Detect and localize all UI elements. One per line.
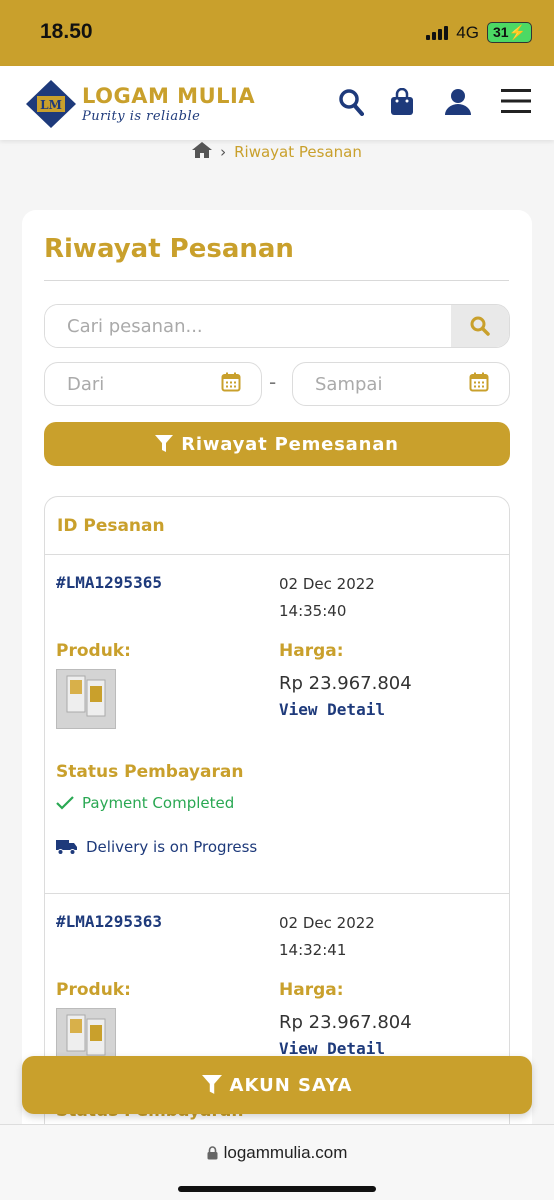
- search-button[interactable]: [451, 305, 509, 347]
- payment-status-text: Payment Completed: [82, 794, 235, 812]
- delivery-status: Delivery is on Progress: [56, 838, 257, 856]
- order-date: 02 Dec 2022: [279, 575, 375, 593]
- order-id[interactable]: #LMA1295363: [56, 912, 162, 931]
- search-icon: [470, 316, 490, 336]
- status-time: 18.50: [40, 20, 93, 43]
- filter-button-label: Riwayat Pemesanan: [181, 433, 399, 455]
- orders-table-header: ID Pesanan: [45, 497, 509, 555]
- signal-icon: [426, 25, 449, 40]
- lock-icon: [207, 1146, 218, 1160]
- order-row: #LMA1295365 02 Dec 2022 14:35:40 Produk:…: [45, 555, 509, 894]
- price-label: Harga:: [279, 641, 344, 661]
- order-time: 14:32:41: [279, 941, 347, 959]
- status-indicators: 4G 31⚡: [426, 22, 532, 43]
- search-bar: [44, 304, 510, 348]
- browser-url-bar: logammulia.com: [0, 1124, 554, 1200]
- shopping-bag-icon[interactable]: [390, 87, 414, 120]
- brand-tagline: Purity is reliable: [82, 109, 201, 124]
- brand-name: LOGAM MULIA: [82, 84, 256, 108]
- order-time: 14:35:40: [279, 602, 347, 620]
- product-thumbnail[interactable]: [56, 669, 116, 729]
- search-icon[interactable]: [338, 88, 364, 120]
- logo[interactable]: LOGAM MULIA Purity is reliable: [82, 84, 255, 124]
- home-icon[interactable]: [192, 142, 213, 162]
- network-type: 4G: [456, 22, 479, 42]
- order-row: #LMA1295363 02 Dec 2022 14:32:41 Produk:…: [45, 894, 509, 1155]
- calendar-icon[interactable]: [221, 372, 241, 396]
- filter-icon: [155, 435, 174, 452]
- product-label: Produk:: [56, 980, 131, 1000]
- payment-status: Payment Completed: [56, 794, 234, 812]
- menu-icon[interactable]: [500, 86, 532, 120]
- address-bar[interactable]: logammulia.com: [0, 1143, 554, 1163]
- calendar-icon[interactable]: [469, 372, 489, 396]
- price-label: Harga:: [279, 980, 344, 1000]
- battery-level: 31: [492, 24, 509, 40]
- site-header: LM LOGAM MULIA Purity is reliable: [0, 66, 554, 140]
- truck-icon: [56, 840, 77, 855]
- filter-icon: [201, 1075, 222, 1094]
- order-datetime: 02 Dec 2022 14:35:40: [279, 571, 375, 625]
- date-to-field[interactable]: [292, 362, 510, 406]
- product-label: Produk:: [56, 641, 131, 661]
- home-indicator[interactable]: [178, 1186, 376, 1192]
- divider: [44, 280, 509, 281]
- logo-icon[interactable]: LM: [24, 78, 78, 134]
- filter-button[interactable]: Riwayat Pemesanan: [44, 422, 510, 466]
- status-bar: 18.50 4G 31⚡: [0, 0, 554, 66]
- user-icon[interactable]: [444, 88, 472, 120]
- svg-text:LM: LM: [40, 98, 62, 112]
- order-datetime: 02 Dec 2022 14:32:41: [279, 910, 375, 964]
- account-button[interactable]: AKUN SAYA: [22, 1056, 532, 1114]
- date-from-input[interactable]: [67, 373, 207, 395]
- search-input[interactable]: [45, 305, 451, 347]
- view-detail-link[interactable]: View Detail: [279, 700, 385, 719]
- battery-icon: 31⚡: [486, 22, 532, 43]
- date-to-input[interactable]: [315, 373, 455, 395]
- order-price: Rp 23.967.804: [279, 673, 412, 694]
- url-text: logammulia.com: [223, 1143, 348, 1162]
- payment-status-label: Status Pembayaran: [56, 762, 244, 782]
- order-date: 02 Dec 2022: [279, 914, 375, 932]
- page-title: Riwayat Pesanan: [44, 234, 294, 264]
- breadcrumb-current[interactable]: Riwayat Pesanan: [234, 143, 362, 161]
- breadcrumb: › Riwayat Pesanan: [0, 140, 554, 164]
- order-id[interactable]: #LMA1295365: [56, 573, 162, 592]
- order-history-card: Riwayat Pesanan - Riwayat Pemesanan ID P…: [22, 210, 532, 1156]
- date-separator: -: [269, 370, 277, 394]
- checkmark-icon: [56, 796, 74, 810]
- account-button-label: AKUN SAYA: [229, 1074, 353, 1096]
- chevron-right-icon: ›: [220, 143, 227, 161]
- delivery-status-text: Delivery is on Progress: [86, 838, 258, 856]
- date-from-field[interactable]: [44, 362, 262, 406]
- order-price: Rp 23.967.804: [279, 1012, 412, 1033]
